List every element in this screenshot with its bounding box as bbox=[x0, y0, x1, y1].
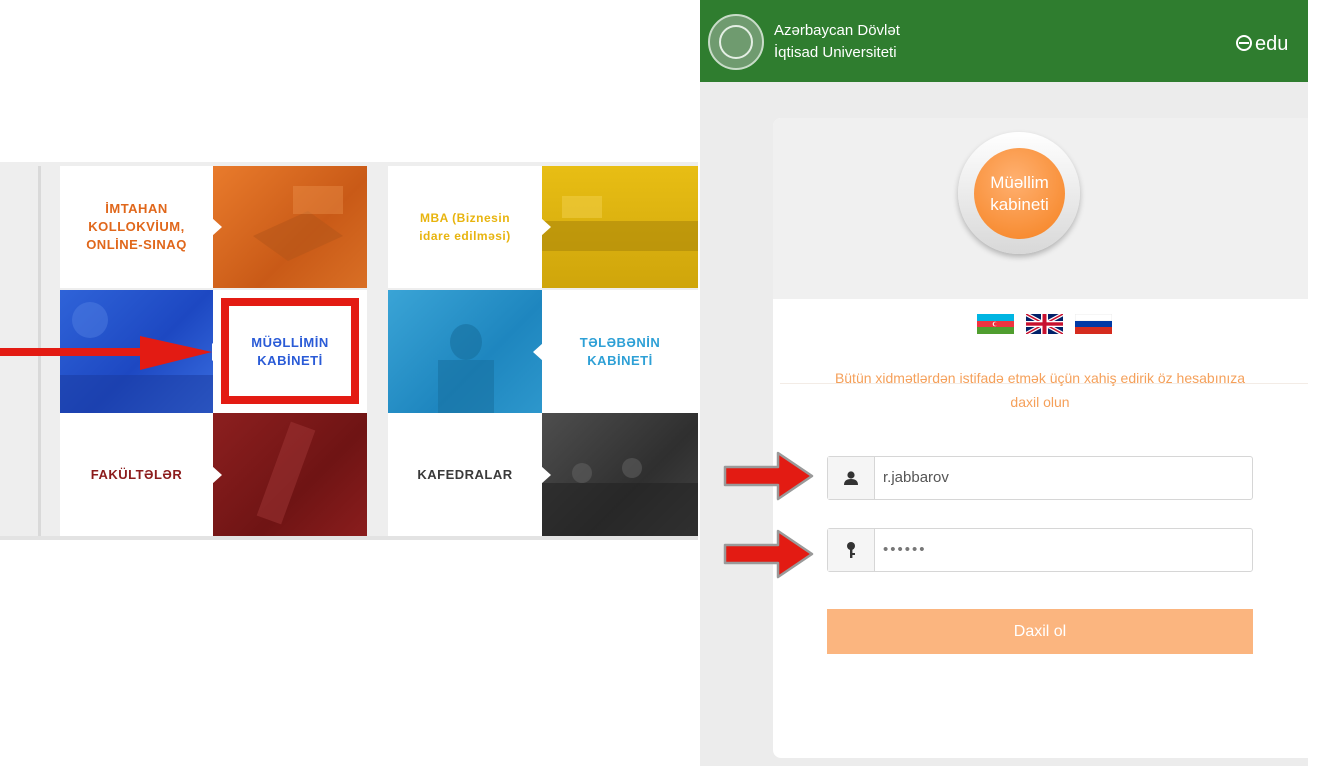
username-field[interactable]: r.jabbarov bbox=[827, 456, 1253, 500]
tile-faculties-label: FAKÜLTƏLƏR bbox=[90, 466, 183, 482]
flag-ru-icon[interactable] bbox=[1075, 314, 1112, 334]
tile-faculties[interactable]: FAKÜLTƏLƏR bbox=[60, 413, 213, 536]
flag-az-icon[interactable] bbox=[977, 314, 1014, 334]
faculties-photo bbox=[213, 413, 367, 536]
tile-mba[interactable]: MBA (Biznesin idare edilməsi) bbox=[388, 166, 542, 288]
user-icon bbox=[828, 457, 875, 499]
grid-bottom-line bbox=[0, 536, 698, 540]
departments-photo bbox=[542, 413, 698, 536]
student-photo bbox=[388, 290, 542, 413]
username-value: r.jabbarov bbox=[883, 469, 949, 486]
password-value: •••••• bbox=[883, 541, 927, 558]
tile-departments[interactable]: KAFEDRALAR bbox=[388, 413, 542, 536]
edu-logo-icon bbox=[1236, 35, 1252, 51]
red-arrow-icon bbox=[0, 336, 212, 370]
tile-departments-label: KAFEDRALAR bbox=[417, 466, 513, 482]
arrow-username-icon bbox=[723, 451, 814, 501]
avatar-label: Müəllim kabineti bbox=[990, 172, 1049, 214]
university-logo-icon bbox=[708, 14, 764, 70]
login-message: Bütün xidmətlərdən istifadə etmək üçün x… bbox=[834, 370, 1246, 410]
university-name-line2: İqtisad Universiteti bbox=[774, 44, 897, 61]
arrow-password-icon bbox=[723, 529, 814, 579]
edu-brand[interactable]: edu bbox=[1236, 32, 1288, 56]
university-name: Azərbaycan Dövlət İqtisad Universiteti bbox=[774, 20, 900, 64]
avatar: Müəllim kabineti bbox=[974, 148, 1065, 239]
tile-exam[interactable]: İMTAHAN KOLLOKVİUM, ONLİNE-SINAQ bbox=[60, 166, 213, 288]
tile-student[interactable]: TƏLƏBƏNİN KABİNETİ bbox=[542, 290, 698, 413]
flag-en-icon[interactable] bbox=[1026, 314, 1063, 334]
tile-mba-label: MBA (Biznesin idare edilməsi) bbox=[419, 211, 511, 243]
password-field[interactable]: •••••• bbox=[827, 528, 1253, 572]
key-icon bbox=[828, 529, 875, 571]
tile-exam-label: İMTAHAN KOLLOKVİUM, ONLİNE-SINAQ bbox=[86, 201, 187, 252]
mba-photo bbox=[542, 166, 698, 288]
university-name-line1: Azərbaycan Dövlət bbox=[774, 22, 900, 39]
exam-photo bbox=[213, 166, 367, 288]
login-button[interactable]: Daxil ol bbox=[827, 609, 1253, 654]
edu-brand-label: edu bbox=[1255, 33, 1289, 55]
tile-student-label: TƏLƏBƏNİN KABİNETİ bbox=[579, 334, 661, 368]
highlight-box bbox=[221, 298, 359, 404]
